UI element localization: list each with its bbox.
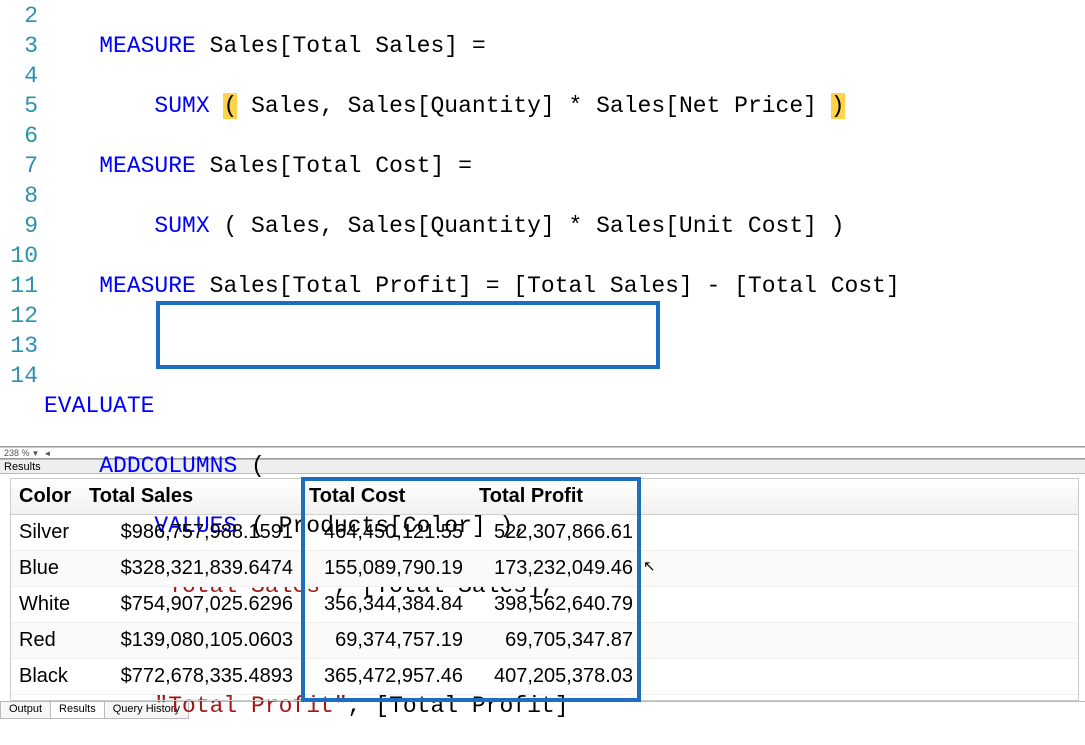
col-header-color[interactable]: Color bbox=[11, 479, 81, 515]
results-grid-wrap: Color Total Sales Total Cost Total Profi… bbox=[10, 478, 1079, 701]
code-line[interactable]: EVALUATE bbox=[44, 391, 1085, 421]
cell-cost[interactable]: 155,089,790.19 bbox=[301, 551, 471, 587]
cell-cost[interactable]: 356,344,384.84 bbox=[301, 587, 471, 623]
line-number: 12 bbox=[0, 301, 44, 331]
col-header-total-sales[interactable]: Total Sales bbox=[81, 479, 301, 515]
cell-color[interactable]: Blue bbox=[11, 551, 81, 587]
line-number: 8 bbox=[0, 181, 44, 211]
code-line[interactable]: MEASURE Sales[Total Sales] = bbox=[44, 31, 1085, 61]
line-number: 11 bbox=[0, 271, 44, 301]
keyword-sumx: SUMX bbox=[154, 93, 209, 119]
line-gutter: 2 3 4 5 6 7 8 9 10 11 12 13 14 bbox=[0, 0, 44, 446]
table-row[interactable]: Black $772,678,335.4893 365,472,957.46 4… bbox=[11, 659, 1078, 695]
table-row[interactable]: White $754,907,025.6296 356,344,384.84 3… bbox=[11, 587, 1078, 623]
code-line[interactable]: SUMX ( Sales, Sales[Quantity] * Sales[Ne… bbox=[44, 91, 1085, 121]
line-number: 6 bbox=[0, 121, 44, 151]
cell-sales[interactable]: $139,080,105.0603 bbox=[81, 623, 301, 659]
code-line[interactable]: ADDCOLUMNS ( bbox=[44, 451, 1085, 481]
code-line[interactable]: SUMX ( Sales, Sales[Quantity] * Sales[Un… bbox=[44, 211, 1085, 241]
code-area[interactable]: MEASURE Sales[Total Sales] = SUMX ( Sale… bbox=[44, 0, 1085, 446]
col-header-total-profit[interactable]: Total Profit bbox=[471, 479, 641, 515]
keyword-measure: MEASURE bbox=[99, 153, 196, 179]
cell-cost[interactable]: 464,450,121.55 bbox=[301, 515, 471, 551]
cell-color[interactable]: Red bbox=[11, 623, 81, 659]
keyword-measure: MEASURE bbox=[99, 273, 196, 299]
line-number: 14 bbox=[0, 361, 44, 391]
cell-profit[interactable]: 173,232,049.46 bbox=[471, 551, 641, 587]
cell-color[interactable]: White bbox=[11, 587, 81, 623]
cell-profit[interactable]: 69,705,347.87 bbox=[471, 623, 641, 659]
matching-paren-close: ) bbox=[831, 93, 845, 119]
cell-sales[interactable]: $754,907,025.6296 bbox=[81, 587, 301, 623]
chevron-down-icon[interactable]: ▼ bbox=[32, 449, 40, 458]
cell-color[interactable]: Black bbox=[11, 659, 81, 695]
line-number: 3 bbox=[0, 31, 44, 61]
keyword-addcolumns: ADDCOLUMNS bbox=[99, 453, 237, 479]
keyword-evaluate: EVALUATE bbox=[44, 393, 154, 419]
line-number: 10 bbox=[0, 241, 44, 271]
cell-sales[interactable]: $328,321,839.6474 bbox=[81, 551, 301, 587]
line-number: 7 bbox=[0, 151, 44, 181]
code-line[interactable]: MEASURE Sales[Total Cost] = bbox=[44, 151, 1085, 181]
line-number: 2 bbox=[0, 1, 44, 31]
table-row[interactable]: Red $139,080,105.0603 69,374,757.19 69,7… bbox=[11, 623, 1078, 659]
code-line[interactable]: MEASURE Sales[Total Profit] = [Total Sal… bbox=[44, 271, 1085, 301]
cell-color[interactable]: Silver bbox=[11, 515, 81, 551]
cell-sales[interactable]: $986,757,988.1591 bbox=[81, 515, 301, 551]
matching-paren-open: ( bbox=[223, 93, 237, 119]
keyword-measure: MEASURE bbox=[99, 33, 196, 59]
line-number: 13 bbox=[0, 331, 44, 361]
cell-cost[interactable]: 365,472,957.46 bbox=[301, 659, 471, 695]
line-number: 9 bbox=[0, 211, 44, 241]
table-row[interactable]: Silver $986,757,988.1591 464,450,121.55 … bbox=[11, 515, 1078, 551]
cell-profit[interactable]: 398,562,640.79 bbox=[471, 587, 641, 623]
col-header-empty bbox=[641, 479, 1078, 515]
results-grid[interactable]: Color Total Sales Total Cost Total Profi… bbox=[11, 479, 1078, 695]
code-editor[interactable]: 2 3 4 5 6 7 8 9 10 11 12 13 14 MEASURE S… bbox=[0, 0, 1085, 447]
cell-cost[interactable]: 69,374,757.19 bbox=[301, 623, 471, 659]
cell-profit[interactable]: 522,307,866.61 bbox=[471, 515, 641, 551]
code-line[interactable] bbox=[44, 331, 1085, 361]
line-number: 4 bbox=[0, 61, 44, 91]
col-header-total-cost[interactable]: Total Cost bbox=[301, 479, 471, 515]
table-row[interactable]: Blue $328,321,839.6474 155,089,790.19 17… bbox=[11, 551, 1078, 587]
zoom-label: 238 % bbox=[4, 448, 30, 458]
line-number: 5 bbox=[0, 91, 44, 121]
cell-sales[interactable]: $772,678,335.4893 bbox=[81, 659, 301, 695]
cell-profit[interactable]: 407,205,378.03 bbox=[471, 659, 641, 695]
keyword-sumx: SUMX bbox=[154, 213, 209, 239]
